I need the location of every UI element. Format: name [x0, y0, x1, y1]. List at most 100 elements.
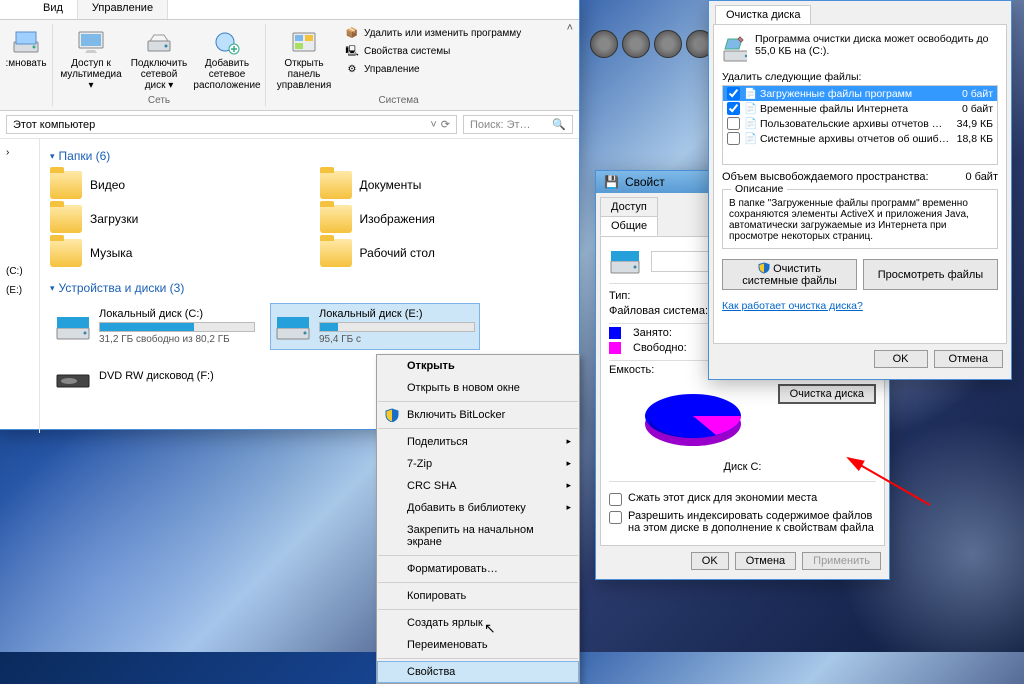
label: Файловая система: — [609, 305, 719, 317]
tab-access[interactable]: Доступ — [600, 197, 658, 216]
ribbon-ctrlpanel[interactable]: Открыть панель управления — [272, 24, 336, 93]
cleanup-icon — [722, 33, 747, 65]
info-text: Программа очистки диска может освободить… — [755, 33, 998, 65]
search-icon: 🔍 — [552, 118, 566, 131]
tray-icon[interactable] — [622, 30, 650, 58]
cm-share[interactable]: Поделиться — [377, 431, 579, 453]
cleanup-file-list[interactable]: 📄Загруженные файлы программ0 байт📄Времен… — [722, 85, 998, 165]
cm-format[interactable]: Форматировать… — [377, 558, 579, 580]
compress-checkbox[interactable] — [609, 493, 622, 506]
cleanup-checkbox[interactable] — [727, 132, 740, 145]
tab-cleanup[interactable]: Очистка диска — [715, 5, 811, 24]
ribbon-netloc[interactable]: Добавить сетевое расположение — [195, 24, 259, 93]
group-label: Система — [378, 95, 418, 106]
collapse-ribbon-icon[interactable]: ˄ — [567, 22, 573, 34]
ribbon-uninstall[interactable]: 📦Удалить или изменить программу — [340, 24, 525, 42]
drives-header[interactable]: Устройства и диски (3) — [50, 281, 569, 295]
cleanup-item-size: 0 байт — [962, 103, 993, 115]
freed-value: 0 байт — [965, 171, 998, 183]
clean-system-button[interactable]: Очистить системные файлы — [722, 259, 857, 290]
folder-icon — [320, 171, 352, 199]
cleanup-item-size: 0 байт — [962, 88, 993, 100]
cleanup-item-size: 34,9 КБ — [957, 118, 993, 130]
cm-properties[interactable]: Свойства — [377, 661, 579, 683]
label: Свободно: — [633, 342, 687, 354]
desc-header: Описание — [731, 183, 787, 195]
disk-cleanup-button[interactable]: Очистка диска — [778, 384, 876, 404]
cleanup-item[interactable]: 📄Загруженные файлы программ0 байт — [723, 86, 997, 101]
drive-icon — [55, 312, 91, 342]
folder-label: Загрузки — [90, 212, 138, 226]
nav-item[interactable]: › — [0, 143, 39, 162]
cm-open-new[interactable]: Открыть в новом окне — [377, 377, 579, 399]
cm-pin[interactable]: Закрепить на начальном экране — [377, 519, 579, 553]
cm-shortcut[interactable]: Создать ярлык — [377, 612, 579, 634]
cleanup-checkbox[interactable] — [727, 87, 740, 100]
cancel-button[interactable]: Отмена — [934, 350, 1003, 368]
label: Емкость: — [609, 364, 719, 376]
chevron-down-icon[interactable]: ˅ — [430, 119, 436, 131]
nav-item-e[interactable]: (E:) — [0, 281, 39, 300]
tab-view[interactable]: Вид — [29, 0, 78, 19]
folder-item[interactable]: Загрузки — [50, 205, 300, 233]
folder-icon — [320, 205, 352, 233]
drive-icon — [275, 312, 311, 342]
view-files-button[interactable]: Просмотреть файлы — [863, 259, 998, 290]
label: Свойства системы — [364, 46, 450, 57]
refresh-icon[interactable]: ⟳ — [441, 118, 450, 131]
nav-tree[interactable]: › (C:) (E:) — [0, 139, 40, 433]
drive-item[interactable]: Локальный диск (E:)95,4 ГБ с — [270, 303, 480, 350]
ok-button[interactable]: OK — [691, 552, 729, 570]
cleanup-item-name: Пользовательские архивы отчетов … — [760, 118, 942, 130]
ok-button[interactable]: OK — [874, 350, 928, 368]
folder-icon — [320, 239, 352, 267]
apply-button[interactable]: Применить — [802, 552, 881, 570]
cleanup-checkbox[interactable] — [727, 102, 740, 115]
cleanup-item[interactable]: 📄Системные архивы отчетов об ошиб…18,8 К… — [723, 131, 997, 146]
cleanup-checkbox[interactable] — [727, 117, 740, 130]
folder-item[interactable]: Музыка — [50, 239, 300, 267]
cancel-button[interactable]: Отмена — [735, 552, 796, 570]
ribbon-sysprops[interactable]: 🖳Свойства системы — [340, 42, 525, 60]
shield-icon — [385, 408, 399, 422]
cm-open[interactable]: Открыть — [377, 355, 579, 377]
folder-icon — [50, 239, 82, 267]
tray-icon[interactable] — [654, 30, 682, 58]
ribbon-multimedia[interactable]: Доступ к мультимедиа ▾ — [59, 24, 123, 93]
cm-7zip[interactable]: 7-Zip — [377, 453, 579, 475]
folder-item[interactable]: Видео — [50, 171, 300, 199]
cm-rename[interactable]: Переименовать — [377, 634, 579, 656]
cleanup-item[interactable]: 📄Временные файлы Интернета0 байт — [723, 101, 997, 116]
cm-copy[interactable]: Копировать — [377, 585, 579, 607]
nav-item-c[interactable]: (C:) — [0, 262, 39, 281]
tray-icon[interactable] — [590, 30, 618, 58]
ribbon-manage[interactable]: ⚙Управление — [340, 60, 525, 78]
index-checkbox[interactable] — [609, 511, 622, 524]
folder-label: Документы — [360, 178, 422, 192]
cm-bitlocker[interactable]: Включить BitLocker — [377, 404, 579, 426]
folder-item[interactable]: Изображения — [320, 205, 570, 233]
box-icon: 📦 — [344, 25, 360, 41]
tab-general[interactable]: Общие — [600, 216, 658, 236]
tab-manage[interactable]: Управление — [78, 0, 168, 19]
folders-header[interactable]: Папки (6) — [50, 149, 569, 163]
folder-item[interactable]: Документы — [320, 171, 570, 199]
drive-item[interactable]: Локальный диск (C:)31,2 ГБ свободно из 8… — [50, 303, 260, 350]
folder-label: Видео — [90, 178, 125, 192]
address-box[interactable]: Этот компьютер ˅ ⟳ — [6, 115, 457, 134]
folder-item[interactable]: Рабочий стол — [320, 239, 570, 267]
drive-item[interactable]: DVDDVD RW дисковод (F:) — [50, 356, 260, 396]
cm-addlib[interactable]: Добавить в библиотеку — [377, 497, 579, 519]
capacity-pie-chart — [638, 384, 748, 454]
how-works-link[interactable]: Как работает очистка диска? — [722, 300, 863, 312]
label: :мновать — [5, 58, 46, 69]
cm-crcsha[interactable]: CRC SHA — [377, 475, 579, 497]
shield-icon — [758, 262, 770, 274]
label: Сжать этот диск для экономии места — [628, 492, 817, 504]
search-input[interactable]: Поиск: Эт… 🔍 — [463, 115, 573, 134]
ribbon-netdrive[interactable]: Подключить сетевой диск ▾ — [127, 24, 191, 93]
disk-cleanup-dialog: Очистка диска Программа очистки диска мо… — [708, 0, 1012, 380]
ribbon-remap[interactable]: :мновать — [6, 24, 46, 71]
address-bar: Этот компьютер ˅ ⟳ Поиск: Эт… 🔍 — [0, 111, 579, 139]
cleanup-item[interactable]: 📄Пользовательские архивы отчетов …34,9 К… — [723, 116, 997, 131]
